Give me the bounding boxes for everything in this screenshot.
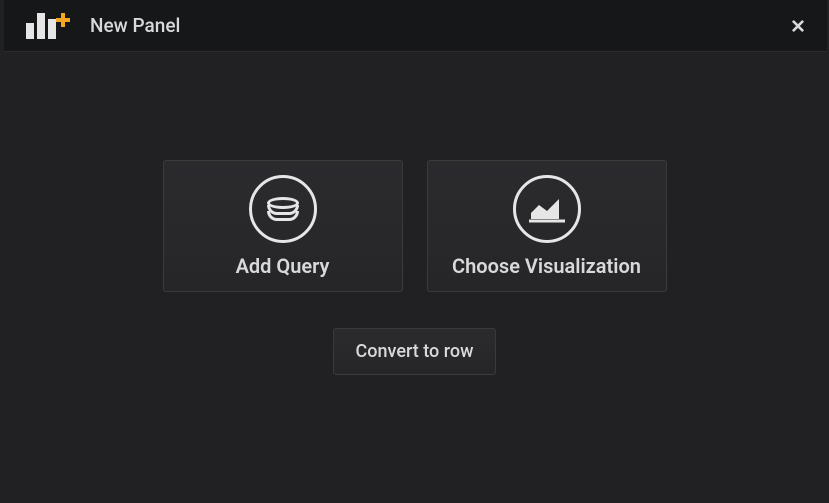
add-panel-icon: [26, 13, 70, 39]
add-query-button[interactable]: Add Query: [163, 160, 403, 292]
close-button[interactable]: [783, 11, 813, 41]
close-icon: [789, 17, 807, 35]
choose-visualization-label: Choose Visualization: [452, 255, 641, 278]
panel-title: New Panel: [90, 14, 180, 37]
convert-to-row-button[interactable]: Convert to row: [333, 328, 497, 375]
primary-actions-row: Add Query Choose Visualization: [163, 160, 667, 292]
add-query-label: Add Query: [236, 255, 330, 278]
new-panel-dialog: New Panel Add Query: [0, 0, 829, 503]
chart-icon: [513, 175, 581, 243]
panel-header: New Panel: [4, 0, 827, 52]
convert-to-row-label: Convert to row: [356, 341, 474, 362]
choose-visualization-button[interactable]: Choose Visualization: [427, 160, 667, 292]
panel-content: Add Query Choose Visualization Convert t…: [0, 52, 829, 503]
database-icon: [249, 175, 317, 243]
